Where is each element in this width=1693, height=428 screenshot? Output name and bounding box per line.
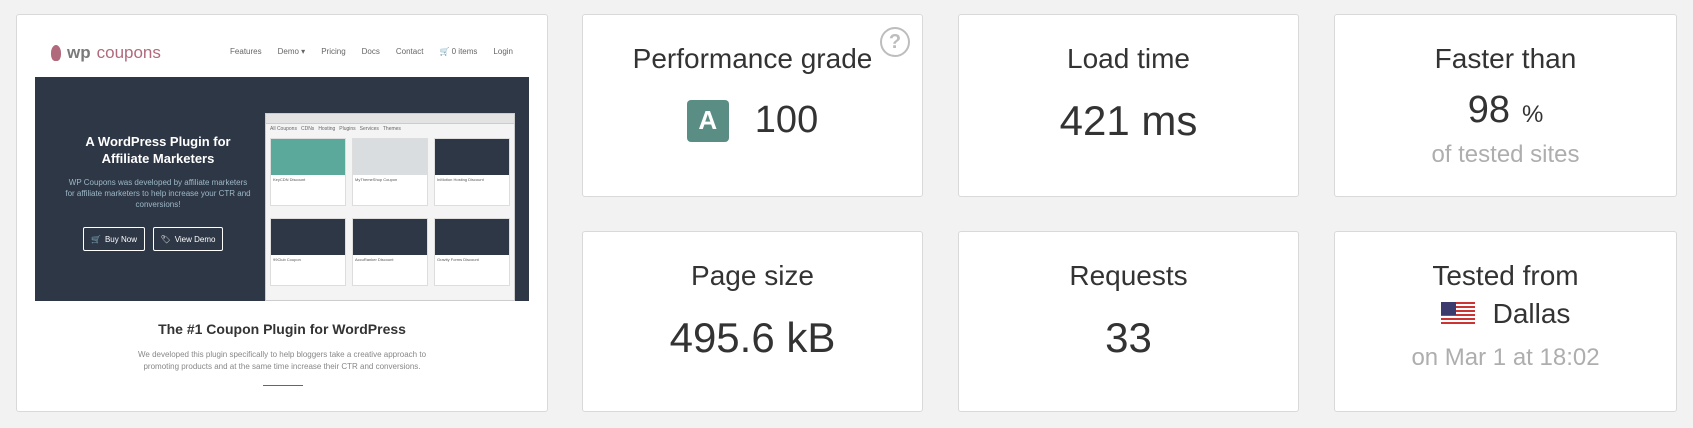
coupon-tab: Hosting [318, 126, 336, 132]
tile-image [353, 219, 427, 255]
mini-navbar: wp coupons Features Demo ▾ Pricing Docs … [51, 43, 513, 73]
page-size-card: Page size 495.6 kB [582, 231, 923, 412]
tile-name: InMotion Hosting Discount [437, 177, 484, 182]
faster-than-sub: of tested sites [1431, 141, 1580, 168]
view-demo-label: View Demo [174, 234, 216, 244]
page-size-value: 495.6 kB [669, 314, 836, 361]
coupon-tile: 99Club Coupon [270, 218, 346, 286]
load-time-card: Load time 421 ms [958, 14, 1299, 197]
hero-title: A WordPress Plugin for Affiliate Markete… [85, 134, 231, 166]
view-demo-button: 🏷 View Demo [153, 227, 223, 251]
tag-icon: 🏷 [160, 234, 171, 244]
faster-than-label: Faster than [1434, 43, 1577, 74]
site-hero: A WordPress Plugin for Affiliate Markete… [35, 77, 529, 301]
coupon-tile: AccuRanker Discount [352, 218, 428, 286]
coupon-tile: Gravity Forms Discount [434, 218, 510, 286]
tile-image [353, 139, 427, 175]
tile-image [271, 219, 345, 255]
coupon-tile: MyThemeShop Coupon [352, 138, 428, 206]
tile-name: MyThemeShop Coupon [355, 177, 398, 182]
tested-from-label: Tested from [1432, 260, 1579, 291]
performance-label: Performance grade [632, 43, 873, 74]
menu-item: Login [493, 47, 513, 56]
site-logo: wp coupons [51, 43, 161, 63]
tile-name: KeyCDN Discount [273, 177, 306, 182]
performance-grade-card: Performance grade ? A 100 [582, 14, 923, 197]
logo-drop-icon [51, 45, 61, 61]
faster-than-row: 98 % [1335, 89, 1676, 132]
load-time-value: 421 ms [1059, 97, 1198, 144]
coupon-tile: KeyCDN Discount [270, 138, 346, 206]
grade-badge: A [686, 99, 729, 142]
load-time-label: Load time [1067, 43, 1190, 74]
coupon-tab: Services [359, 126, 379, 132]
tile-name: 99Club Coupon [273, 257, 301, 262]
site-paragraph: We developed this plugin specifically to… [137, 350, 427, 371]
website-screenshot: wp coupons Features Demo ▾ Pricing Docs … [16, 14, 548, 412]
cart-icon: 🛒 [91, 234, 101, 244]
coupon-tab: Plugins [339, 126, 356, 132]
percent-unit: % [1521, 101, 1544, 128]
coupon-tile: InMotion Hosting Discount [434, 138, 510, 206]
menu-item: 🛒 0 items [439, 47, 478, 56]
browser-mockup: All Coupons CDNs Hosting Plugins Service… [265, 113, 515, 301]
coupon-tab: Themes [382, 126, 401, 132]
site-menu: Features Demo ▾ Pricing Docs Contact 🛒 0… [230, 47, 513, 56]
help-icon[interactable]: ? [880, 27, 910, 57]
tile-image [271, 139, 345, 175]
menu-item: Docs [361, 47, 380, 56]
divider [263, 385, 303, 386]
tested-from-card: Tested from Dallas on Mar 1 at 18:02 [1334, 231, 1677, 412]
tile-image [435, 139, 509, 175]
requests-card: Requests 33 [958, 231, 1299, 412]
buy-now-button: 🛒 Buy Now [83, 227, 145, 251]
tile-image [435, 219, 509, 255]
menu-item: Pricing [321, 47, 346, 56]
menu-item: Demo ▾ [277, 47, 306, 56]
coupon-tabs: All Coupons CDNs Hosting Plugins Service… [266, 124, 514, 134]
performance-value: 100 [754, 99, 819, 141]
us-flag-icon [1440, 302, 1475, 326]
menu-item: Contact [395, 47, 424, 56]
requests-value: 33 [1105, 314, 1152, 361]
menu-item: Features [230, 47, 262, 56]
requests-label: Requests [1069, 260, 1188, 291]
browser-bar [266, 114, 514, 124]
logo-coupons-text: coupons [96, 43, 161, 62]
hero-text: WP Coupons was developed by affiliate ma… [65, 178, 251, 209]
coupon-tab: CDNs [300, 126, 315, 132]
city-name: Dallas [1492, 298, 1571, 329]
logo-wp-text: wp [67, 43, 91, 62]
grade-row: A 100 [583, 99, 922, 142]
faster-than-card: Faster than 98 % of tested sites [1334, 14, 1677, 197]
coupon-tab: All Coupons [270, 126, 297, 132]
tile-name: AccuRanker Discount [355, 257, 394, 262]
buy-now-label: Buy Now [104, 234, 137, 244]
site-heading: The #1 Coupon Plugin for WordPress [158, 321, 406, 337]
location-row: Dallas [1335, 298, 1676, 330]
faster-than-value: 98 [1467, 89, 1510, 131]
tested-date: on Mar 1 at 18:02 [1411, 344, 1600, 371]
tile-name: Gravity Forms Discount [437, 257, 479, 262]
page-size-label: Page size [691, 260, 814, 291]
